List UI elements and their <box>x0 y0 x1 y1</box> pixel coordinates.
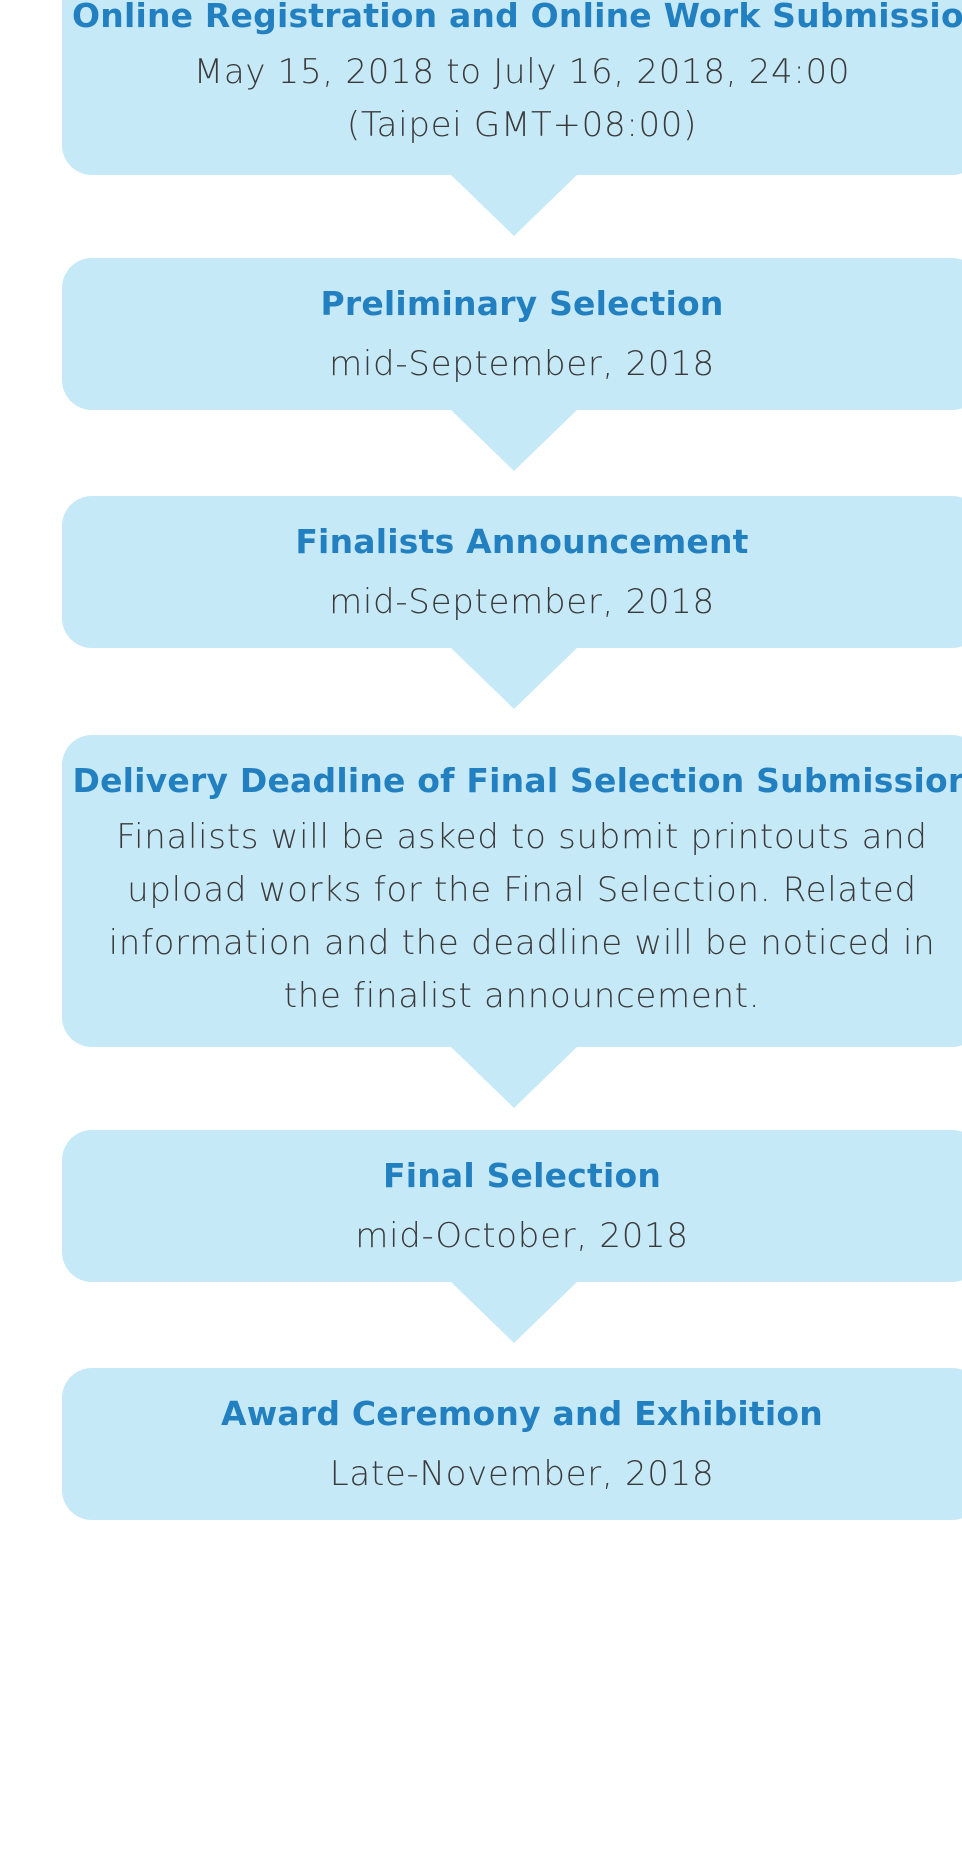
step-final-selection: Final Selection mid-October, 2018 <box>62 1130 962 1282</box>
step-award-ceremony: Award Ceremony and Exhibition Late-Novem… <box>62 1368 962 1520</box>
step-preliminary-selection: Preliminary Selection mid-September, 201… <box>62 258 962 410</box>
step-title: Online Registration and Online Work Subm… <box>72 0 962 35</box>
step-title: Delivery Deadline of Final Selection Sub… <box>72 761 962 800</box>
step-title: Finalists Announcement <box>295 522 749 561</box>
step-detail: May 15, 2018 to July 16, 2018, 24:00 (Ta… <box>193 52 851 146</box>
step-title: Award Ceremony and Exhibition <box>221 1394 823 1433</box>
down-arrow-icon <box>450 647 578 709</box>
step-online-registration: Online Registration and Online Work Subm… <box>62 0 962 175</box>
step-detail: Late-November, 2018 <box>329 1454 715 1495</box>
down-arrow-icon <box>450 1281 578 1343</box>
step-detail: mid-September, 2018 <box>329 344 715 385</box>
step-finalists-announcement: Finalists Announcement mid-September, 20… <box>62 496 962 648</box>
down-arrow-icon <box>450 174 578 236</box>
timeline-diagram: Online Registration and Online Work Subm… <box>0 0 962 1858</box>
step-detail: Finalists will be asked to submit printo… <box>108 817 936 1017</box>
step-title: Preliminary Selection <box>320 284 724 323</box>
step-title: Final Selection <box>382 1156 662 1195</box>
step-delivery-deadline: Delivery Deadline of Final Selection Sub… <box>62 735 962 1047</box>
down-arrow-icon <box>450 1046 578 1108</box>
step-detail: mid-October, 2018 <box>355 1216 689 1257</box>
down-arrow-icon <box>450 409 578 471</box>
step-detail: mid-September, 2018 <box>329 582 715 623</box>
